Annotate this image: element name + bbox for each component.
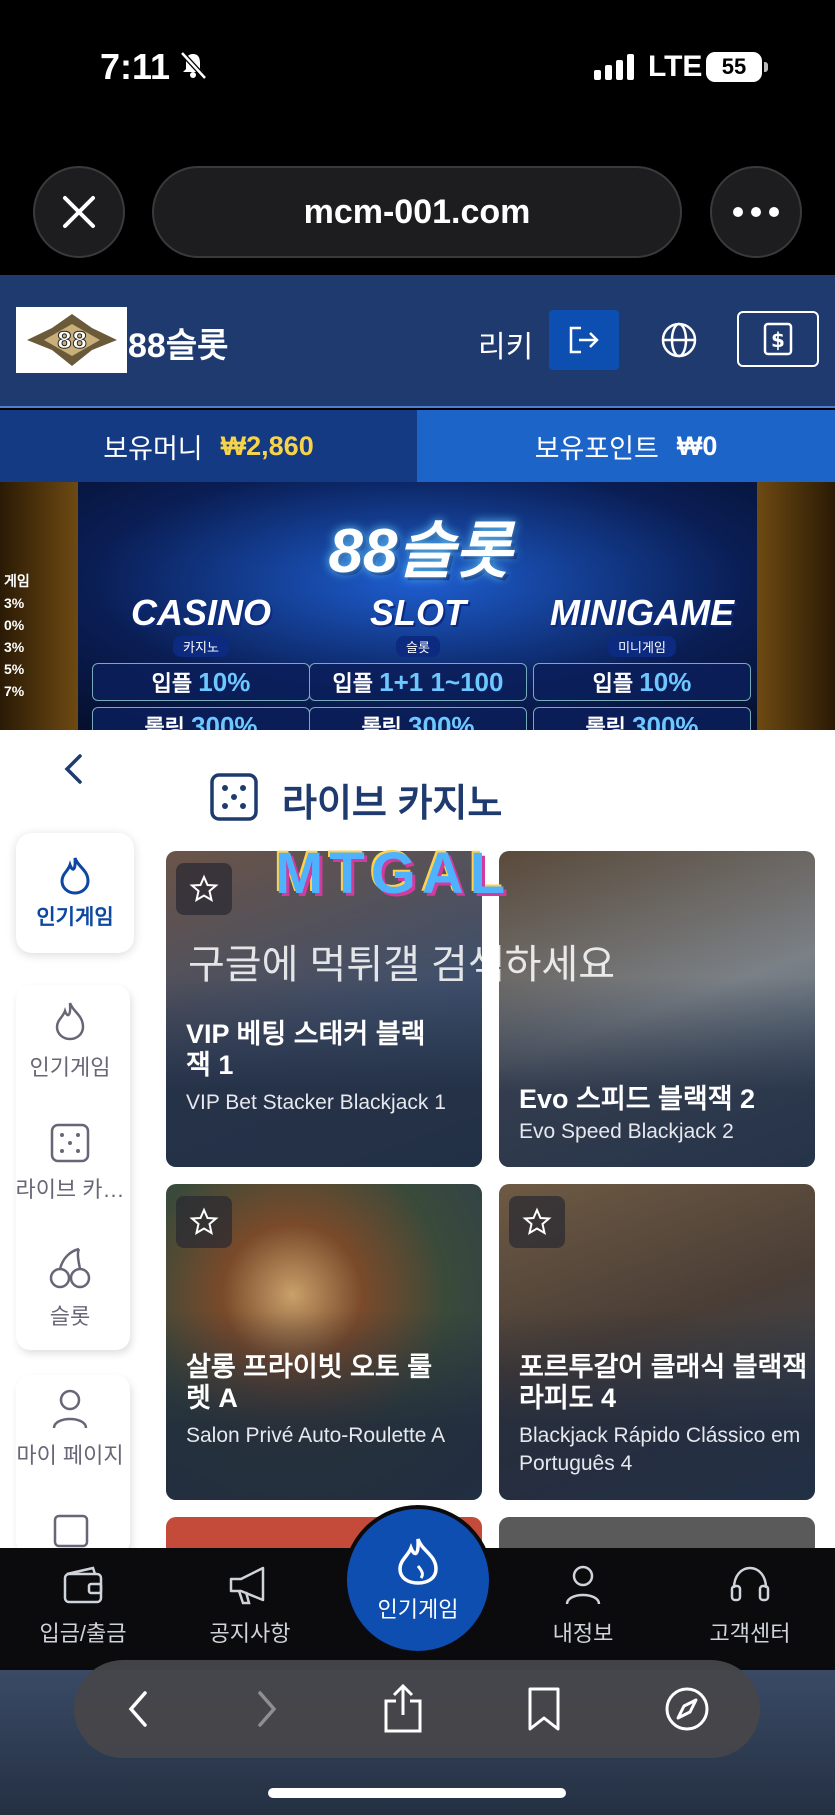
nav-popular-active[interactable]: 인기게임 xyxy=(16,833,134,953)
game-title: 포르투갈어 클래식 블랙잭 라피도 4 xyxy=(519,1352,808,1413)
favorite-star-icon[interactable] xyxy=(509,1196,565,1248)
flame-icon xyxy=(55,1002,85,1041)
headset-icon xyxy=(730,1566,770,1602)
points-label: 보유포인트 xyxy=(534,433,659,464)
game-title: 살롱 프라이빗 오토 룰렛 A xyxy=(186,1352,433,1413)
close-icon xyxy=(63,196,95,228)
banner-title: 88슬롯 xyxy=(328,517,512,586)
banner-right-edge xyxy=(757,482,835,730)
close-tab-button[interactable] xyxy=(33,166,125,258)
balance-bar: 보유머니 ₩2,860 xyxy=(0,410,417,482)
points-value: ₩0 xyxy=(676,430,718,461)
network-type: LTE xyxy=(648,50,703,83)
site-logo[interactable]: 88 xyxy=(16,307,127,373)
logout-button[interactable] xyxy=(549,310,619,370)
tab-popular-center[interactable]: 인기게임 xyxy=(343,1505,493,1655)
cherry-icon xyxy=(49,1247,91,1289)
bell-muted-icon xyxy=(180,51,207,80)
wallet-button[interactable]: $ xyxy=(737,311,819,367)
watermark-logo: MTGAL xyxy=(275,841,512,906)
nav-item-slot[interactable]: 슬롯 xyxy=(0,1245,140,1331)
nav-popular-label: 인기게임 xyxy=(36,906,114,929)
game-card[interactable]: 포르투갈어 클래식 블랙잭 라피도 4 Blackjack Rápido Clá… xyxy=(499,1184,815,1500)
browser-toolbar xyxy=(74,1660,760,1758)
favorite-star-icon[interactable] xyxy=(176,863,232,915)
game-subtitle: Evo Speed Blackjack 2 xyxy=(519,1120,734,1143)
promo-casino: CASINO 카지노 입플 10% 롤링 300% xyxy=(92,592,310,745)
points-bar: 보유포인트 ₩0 xyxy=(417,410,835,482)
wallet-icon[interactable] xyxy=(52,1512,92,1548)
url-bar[interactable]: mcm-001.com xyxy=(152,166,682,258)
svg-text:$: $ xyxy=(771,328,785,352)
nav-item-mypage[interactable]: 마이 페이지 xyxy=(0,1388,140,1470)
nav-item-popular[interactable]: 인기게임 xyxy=(0,1000,140,1082)
flame-icon xyxy=(60,857,90,895)
site-name: 88슬롯 xyxy=(128,327,229,365)
game-title: VIP 베팅 스태커 블랙잭 1 xyxy=(186,1019,426,1080)
dice-icon xyxy=(50,1123,90,1163)
flame-icon xyxy=(398,1538,438,1585)
game-title: Evo 스피드 블랙잭 2 xyxy=(519,1084,756,1114)
game-card[interactable]: 살롱 프라이빗 오토 룰렛 A Salon Privé Auto-Roulett… xyxy=(166,1184,482,1500)
status-time: 7:11 xyxy=(100,46,171,87)
back-arrow-icon[interactable] xyxy=(123,1687,153,1731)
game-card-partial[interactable] xyxy=(499,1517,815,1548)
nav-item-live-casino[interactable]: 라이브 카… xyxy=(0,1122,140,1204)
tab-support[interactable]: 고객센터 xyxy=(675,1564,825,1648)
game-subtitle: Blackjack Rápido Clássico em Português 4 xyxy=(519,1424,801,1475)
battery-icon: 55 xyxy=(706,52,762,82)
game-card[interactable]: Evo 스피드 블랙잭 2 Evo Speed Blackjack 2 xyxy=(499,851,815,1167)
signal-icon xyxy=(594,54,634,80)
chevron-left-icon[interactable] xyxy=(60,752,86,786)
tab-deposit[interactable]: 입금/출금 xyxy=(8,1564,158,1648)
compass-icon[interactable] xyxy=(663,1685,711,1733)
user-icon xyxy=(52,1389,88,1429)
language-globe-icon[interactable] xyxy=(659,320,699,360)
section-title: 라이브 카지노 xyxy=(282,783,503,825)
promo-slot: SLOT 슬롯 입플 1+1 1~100 롤링 300% xyxy=(309,592,527,745)
balance-value: ₩2,860 xyxy=(220,430,314,461)
svg-text:88: 88 xyxy=(56,329,87,354)
ellipsis-icon xyxy=(733,207,779,217)
promo-minigame: MINIGAME 미니게임 입플 10% 롤링 300% xyxy=(533,592,751,745)
home-indicator xyxy=(268,1788,566,1798)
banner-side-list: 게임 3% 0% 3% 5% 7% xyxy=(4,573,30,699)
dice-icon xyxy=(210,773,258,821)
battery-tip xyxy=(764,62,768,72)
bookmark-icon[interactable] xyxy=(524,1685,564,1733)
user-icon xyxy=(565,1565,601,1605)
forward-arrow-icon[interactable] xyxy=(252,1687,282,1731)
favorite-star-icon[interactable] xyxy=(176,1196,232,1248)
more-options-button[interactable] xyxy=(710,166,802,258)
balance-label: 보유머니 xyxy=(103,433,203,464)
user-name: 리키 xyxy=(478,331,534,364)
megaphone-icon xyxy=(229,1566,265,1605)
tab-myinfo[interactable]: 내정보 xyxy=(508,1564,658,1648)
game-subtitle: VIP Bet Stacker Blackjack 1 xyxy=(186,1091,446,1114)
tab-notice[interactable]: 공지사항 xyxy=(175,1564,325,1648)
wallet-icon xyxy=(63,1566,103,1604)
logo-emblem-icon: 88 xyxy=(26,314,117,366)
share-icon[interactable] xyxy=(380,1683,426,1735)
logout-icon xyxy=(569,326,599,354)
game-subtitle: Salon Privé Auto-Roulette A xyxy=(186,1424,446,1447)
url-text: mcm-001.com xyxy=(303,192,531,231)
watermark-text: 구글에 먹튀갤 검색하세요 xyxy=(188,943,616,987)
money-icon: $ xyxy=(763,322,793,356)
